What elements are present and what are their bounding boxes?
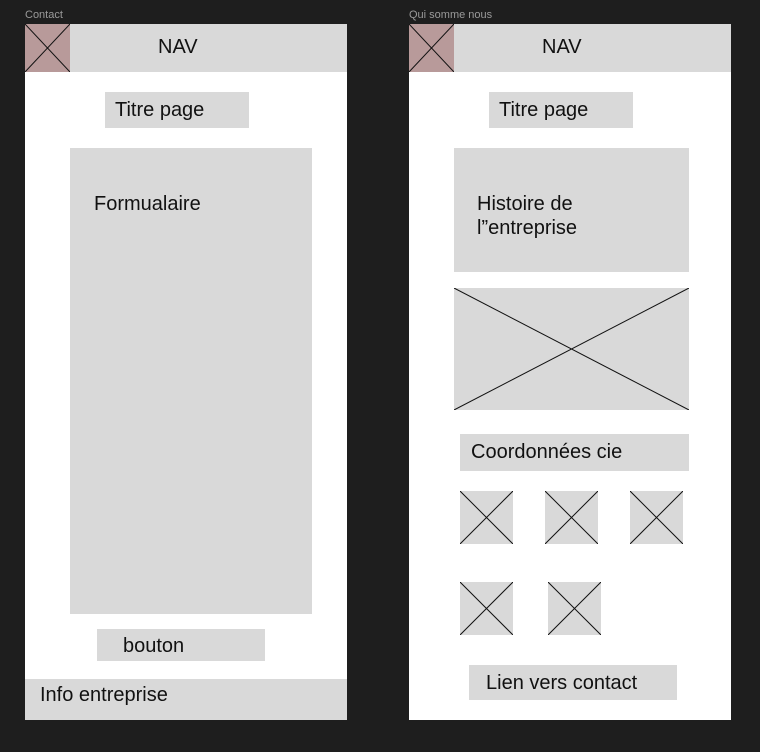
footer-label: Info entreprise [40,684,168,706]
image-thumb-5 [548,582,601,635]
nav-label: NAV [158,36,198,58]
contact-frame: NAV Titre page Formualaire bouton Info e… [25,24,347,720]
form-label: Formualaire [94,193,201,215]
image-placeholder-icon [548,582,601,635]
image-placeholder-icon [409,24,454,72]
contact-info-box: Coordonnées cie [460,434,689,471]
frame-label-contact: Contact [25,9,63,21]
history-placeholder: Histoire de l”entreprise [454,148,689,272]
frame-label-about: Qui somme nous [409,9,493,21]
contact-link-label: Lien vers contact [486,672,638,694]
image-placeholder-icon [25,24,70,72]
footer: Info entreprise [25,679,347,720]
nav-bar[interactable]: NAV [25,24,347,72]
logo-placeholder[interactable] [409,24,454,72]
contact-info-label: Coordonnées cie [471,441,623,463]
about-frame: NAV Titre page Histoire de l”entreprise … [409,24,731,720]
image-placeholder-icon [460,491,513,544]
image-thumb-1 [460,491,513,544]
page-title-box: Titre page [105,92,249,128]
contact-link-button[interactable]: Lien vers contact [469,665,677,700]
history-label: Histoire de l”entreprise [477,193,578,239]
page-title: Titre page [115,99,205,121]
image-placeholder-icon [630,491,683,544]
image-placeholder-icon [460,582,513,635]
form-placeholder[interactable]: Formualaire [70,148,312,614]
image-placeholder-icon [545,491,598,544]
logo-placeholder[interactable] [25,24,70,72]
page-title: Titre page [499,99,589,121]
image-thumb-2 [545,491,598,544]
hero-image-placeholder [454,288,689,410]
nav-label: NAV [542,36,582,58]
nav-bar[interactable]: NAV [409,24,731,72]
image-thumb-3 [630,491,683,544]
image-placeholder-icon [454,288,689,410]
image-thumb-4 [460,582,513,635]
submit-button-label: bouton [123,635,185,657]
submit-button[interactable]: bouton [97,629,265,661]
page-title-box: Titre page [489,92,633,128]
